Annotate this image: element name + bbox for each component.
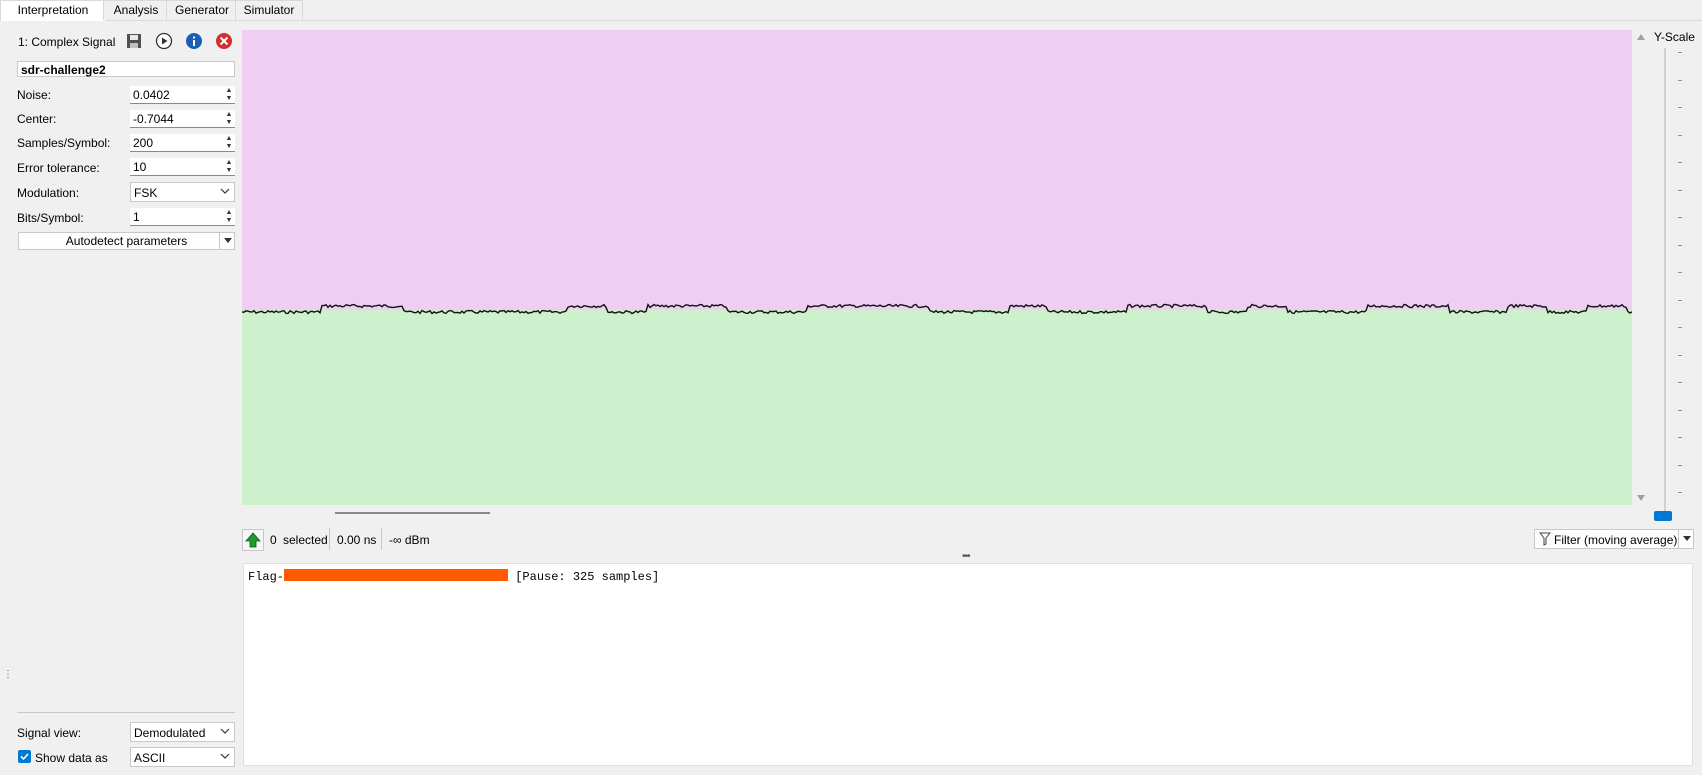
splitter-handle-icon[interactable]: ••• xyxy=(962,551,970,562)
yscale-slider-track[interactable] xyxy=(1664,48,1666,518)
samples-label: Samples/Symbol: xyxy=(17,136,111,150)
autodetect-label: Autodetect parameters xyxy=(65,234,188,248)
show-data-label: Show data as xyxy=(35,751,108,765)
modulation-value: FSK xyxy=(134,186,158,200)
play-icon[interactable] xyxy=(154,31,174,51)
modulation-select[interactable]: FSK xyxy=(130,182,235,202)
divider xyxy=(1678,530,1679,548)
yscale-tick xyxy=(1678,107,1682,108)
tab-bar: Interpretation Analysis Generator Simula… xyxy=(0,0,1702,21)
signal-view-select[interactable]: Demodulated xyxy=(130,722,235,742)
tab-simulator[interactable]: Simulator xyxy=(235,0,303,20)
divider xyxy=(329,528,330,550)
yscale-tick xyxy=(1678,244,1682,246)
signal-view-label: Signal view: xyxy=(17,726,82,740)
graph-horizontal-scrollbar[interactable] xyxy=(335,512,490,514)
spin-arrows-icon[interactable]: ▲ ▼ xyxy=(225,111,233,127)
save-icon[interactable] xyxy=(124,31,144,51)
divider xyxy=(219,233,220,249)
decoded-output-area[interactable]: Flag- [Pause: 325 samples] xyxy=(243,563,1693,766)
selection-duration: 0.00 ns xyxy=(337,533,377,547)
spin-arrows-icon[interactable]: ▲ ▼ xyxy=(225,135,233,151)
spin-arrows-icon[interactable]: ▲ ▼ xyxy=(225,209,233,225)
autodetect-button[interactable]: Autodetect parameters xyxy=(18,232,235,250)
info-icon[interactable] xyxy=(184,31,204,51)
yscale-tick xyxy=(1678,464,1682,466)
center-value: -0.7044 xyxy=(133,112,174,126)
checkmark-icon xyxy=(20,753,29,761)
dropdown-arrow-icon[interactable] xyxy=(1683,536,1691,541)
scroll-up-icon[interactable] xyxy=(1637,34,1645,40)
close-icon[interactable] xyxy=(214,31,234,51)
splitter-handle-icon[interactable]: ⋮ xyxy=(3,669,13,680)
bits-value: 1 xyxy=(133,210,140,224)
divider xyxy=(17,712,235,713)
selected-count: 0 xyxy=(270,533,277,547)
demodulated-waveform xyxy=(242,303,1632,315)
tolerance-label: Error tolerance: xyxy=(17,161,100,175)
divider xyxy=(381,528,382,550)
spin-arrows-icon[interactable]: ▲ ▼ xyxy=(225,87,233,103)
show-data-checkbox[interactable] xyxy=(18,750,31,763)
yscale-tick xyxy=(1678,437,1682,438)
filter-icon xyxy=(1539,532,1551,546)
dropdown-arrow-icon[interactable] xyxy=(224,238,232,243)
graph-vertical-scrollbar[interactable] xyxy=(1634,30,1648,505)
yscale-tick xyxy=(1678,162,1682,163)
chevron-down-icon xyxy=(220,728,230,734)
yscale-tick xyxy=(1678,189,1682,191)
noise-value: 0.0402 xyxy=(133,88,170,102)
signal-name-field[interactable]: sdr-challenge2 xyxy=(17,61,235,77)
yscale-label: Y-Scale xyxy=(1654,30,1695,44)
modulation-label: Modulation: xyxy=(17,186,80,200)
yscale-tick xyxy=(1678,299,1682,301)
yscale-tick xyxy=(1678,492,1682,493)
tab-generator[interactable]: Generator xyxy=(166,0,238,20)
scroll-down-icon[interactable] xyxy=(1637,495,1645,501)
noise-label: Noise: xyxy=(17,88,52,102)
yscale-tick xyxy=(1678,409,1682,411)
tolerance-spinbox[interactable]: 10 ▲ ▼ xyxy=(130,158,235,176)
yscale-tick xyxy=(1678,382,1682,383)
pause-info: [Pause: 325 samples] xyxy=(508,570,660,584)
redaction-box xyxy=(284,569,509,581)
bits-label: Bits/Symbol: xyxy=(17,211,84,225)
yscale-tick xyxy=(1678,272,1682,273)
yscale-tick xyxy=(1678,354,1682,356)
decoded-line: Flag- [Pause: 325 samples] xyxy=(248,569,659,584)
green-arrow-up-icon xyxy=(245,532,261,548)
bits-spinbox[interactable]: 1 ▲ ▼ xyxy=(130,208,235,226)
yscale-tick xyxy=(1678,327,1682,328)
signal-title: 1: Complex Signal xyxy=(18,35,116,49)
tab-analysis[interactable]: Analysis xyxy=(103,0,169,20)
samples-value: 200 xyxy=(133,136,154,150)
tolerance-value: 10 xyxy=(133,160,147,174)
flag-prefix: Flag- xyxy=(248,570,285,584)
show-data-select[interactable]: ASCII xyxy=(130,747,235,767)
yscale-tick xyxy=(1678,52,1682,53)
samples-spinbox[interactable]: 200 ▲ ▼ xyxy=(130,134,235,152)
filter-label: Filter (moving average) xyxy=(1554,533,1678,547)
export-up-button[interactable] xyxy=(242,529,264,551)
chevron-down-icon xyxy=(220,188,230,194)
signal-graph[interactable] xyxy=(242,30,1632,505)
spin-arrows-icon[interactable]: ▲ ▼ xyxy=(225,159,233,175)
tab-interpretation[interactable]: Interpretation xyxy=(0,0,106,21)
yscale-tick xyxy=(1678,217,1682,218)
center-spinbox[interactable]: -0.7044 ▲ ▼ xyxy=(130,110,235,128)
show-data-value: ASCII xyxy=(134,751,166,765)
selected-label: selected xyxy=(283,533,328,547)
yscale-tick xyxy=(1678,134,1682,136)
selection-power: -∞ dBm xyxy=(389,533,430,547)
yscale-tick xyxy=(1678,79,1682,81)
center-label: Center: xyxy=(17,112,57,126)
signal-view-value: Demodulated xyxy=(134,726,206,740)
chevron-down-icon xyxy=(220,753,230,759)
noise-spinbox[interactable]: 0.0402 ▲ ▼ xyxy=(130,86,235,104)
filter-button[interactable]: Filter (moving average) xyxy=(1534,529,1694,549)
yscale-slider-handle[interactable] xyxy=(1654,511,1672,521)
